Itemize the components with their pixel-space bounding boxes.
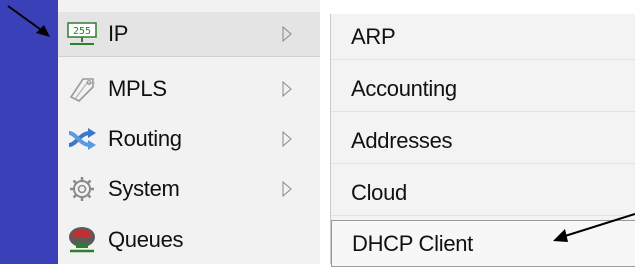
menu-item-label: IP [108,21,129,46]
submenu-arrow-icon [282,181,312,197]
main-menu: 255 IP MPLS Routing System Queues [58,0,320,264]
submenu-item-label: Accounting [351,75,457,101]
routing-arrows-icon [62,119,102,159]
submenu-arrow-icon [282,81,312,97]
menu-item-routing[interactable]: Routing [58,117,320,161]
submenu-item-label: Cloud [351,179,407,205]
menu-item-system[interactable]: System [58,167,320,211]
submenu-item-label: Addresses [351,127,453,153]
menu-item-queues[interactable]: Queues [58,218,320,262]
submenu-item-cloud[interactable]: Cloud [331,170,635,216]
menu-item-label: MPLS [108,76,167,101]
submenu-item-accounting[interactable]: Accounting [331,66,635,112]
submenu-item-arp[interactable]: ARP [331,14,635,60]
ip-network-icon: 255 [62,14,102,54]
submenu-item-label: DHCP Client [352,230,473,256]
submenu-arrow-icon [282,26,312,42]
menu-item-label: Routing [108,126,182,151]
menu-item-mpls[interactable]: MPLS [58,67,320,111]
menu-item-label: System [108,176,180,201]
sidebar-strip [0,0,58,264]
ip-submenu: ARP Accounting Addresses Cloud DHCP Clie… [330,14,635,267]
submenu-item-dhcp-client[interactable]: DHCP Client [331,220,635,267]
submenu-item-addresses[interactable]: Addresses [331,118,635,164]
menu-item-label: Queues [108,227,184,252]
system-gear-icon [62,169,102,209]
submenu-arrow-icon [282,131,312,147]
svg-text:255: 255 [73,26,91,37]
queues-icon [62,220,102,260]
mpls-tag-icon [62,69,102,109]
submenu-item-label: ARP [351,23,396,49]
menu-item-ip[interactable]: 255 IP [58,12,320,57]
